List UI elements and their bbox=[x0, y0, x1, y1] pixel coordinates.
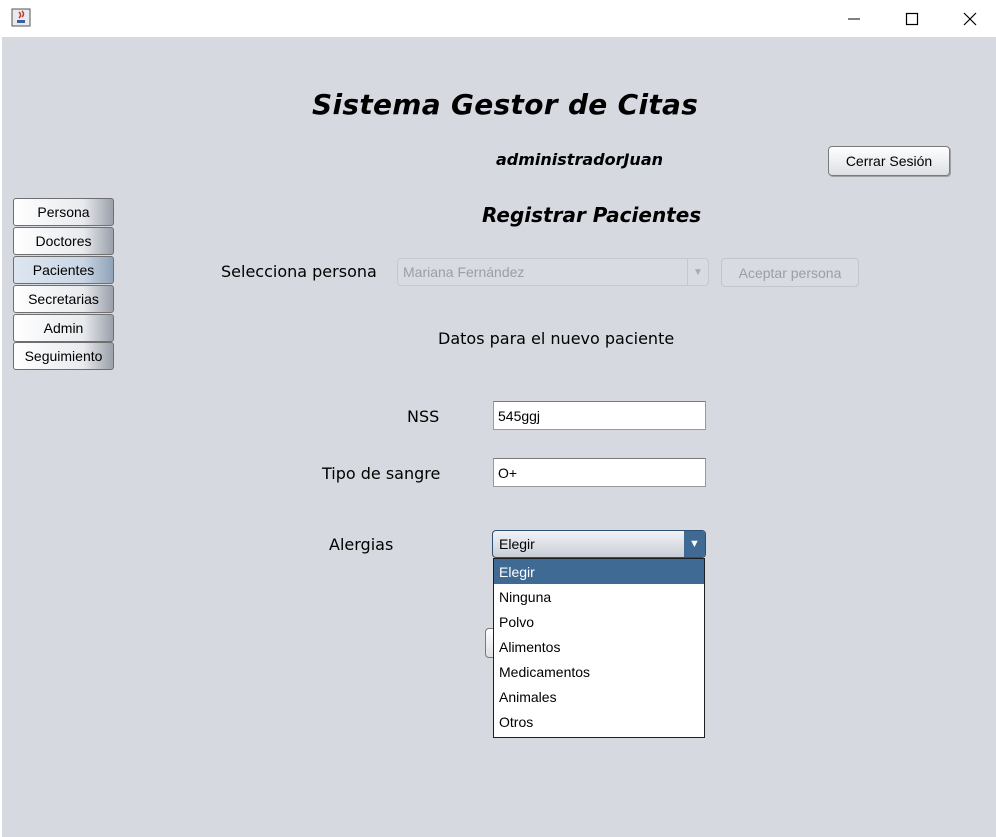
nss-label: NSS bbox=[407, 407, 440, 426]
dropdown-option[interactable]: Elegir bbox=[494, 559, 704, 584]
close-button[interactable] bbox=[941, 0, 996, 37]
allergies-select-value: Elegir bbox=[499, 536, 535, 552]
minimize-icon bbox=[848, 18, 860, 19]
select-person-label: Selecciona persona bbox=[221, 262, 377, 281]
window-titlebar bbox=[0, 0, 996, 37]
dropdown-option[interactable]: Medicamentos bbox=[494, 659, 704, 684]
chevron-down-icon[interactable]: ▼ bbox=[684, 531, 705, 557]
close-icon bbox=[963, 12, 977, 25]
allergies-dropdown-list: Elegir Ninguna Polvo Alimentos Medicamen… bbox=[493, 558, 705, 738]
form-subtitle: Datos para el nuevo paciente bbox=[438, 329, 675, 348]
accept-person-button: Aceptar persona bbox=[721, 258, 859, 287]
blood-type-label: Tipo de sangre bbox=[322, 464, 441, 483]
dropdown-option[interactable]: Ninguna bbox=[494, 584, 704, 609]
nss-field[interactable]: 545ggj bbox=[493, 401, 706, 430]
dropdown-option[interactable]: Animales bbox=[494, 684, 704, 709]
logout-button[interactable]: Cerrar Sesión bbox=[828, 146, 950, 176]
dropdown-option[interactable]: Otros bbox=[494, 709, 704, 734]
sidebar-item-seguimiento[interactable]: Seguimiento bbox=[13, 342, 114, 370]
section-title: Registrar Pacientes bbox=[482, 203, 702, 227]
dropdown-option[interactable]: Polvo bbox=[494, 609, 704, 634]
sidebar-item-persona[interactable]: Persona bbox=[13, 198, 114, 226]
allergies-label: Alergias bbox=[329, 535, 394, 554]
minimize-button[interactable] bbox=[825, 0, 883, 37]
sidebar-item-admin[interactable]: Admin bbox=[13, 314, 114, 342]
person-select: Mariana Fernández ▼ bbox=[397, 258, 709, 286]
user-label: administradorJuan bbox=[496, 150, 664, 169]
allergies-select[interactable]: Elegir ▼ bbox=[492, 530, 706, 558]
java-cup-icon bbox=[11, 8, 31, 27]
sidebar-item-secretarias[interactable]: Secretarias bbox=[13, 285, 114, 313]
chevron-down-icon: ▼ bbox=[687, 259, 708, 285]
dropdown-option[interactable]: Alimentos bbox=[494, 634, 704, 659]
person-select-value: Mariana Fernández bbox=[403, 264, 525, 280]
app-title: Sistema Gestor de Citas bbox=[312, 88, 699, 121]
window-frame bbox=[0, 37, 2, 837]
maximize-button[interactable] bbox=[883, 0, 941, 37]
sidebar-item-pacientes[interactable]: Pacientes bbox=[13, 256, 114, 284]
maximize-icon bbox=[905, 12, 919, 25]
sidebar-item-doctores[interactable]: Doctores bbox=[13, 227, 114, 255]
blood-type-field[interactable]: O+ bbox=[493, 458, 706, 487]
